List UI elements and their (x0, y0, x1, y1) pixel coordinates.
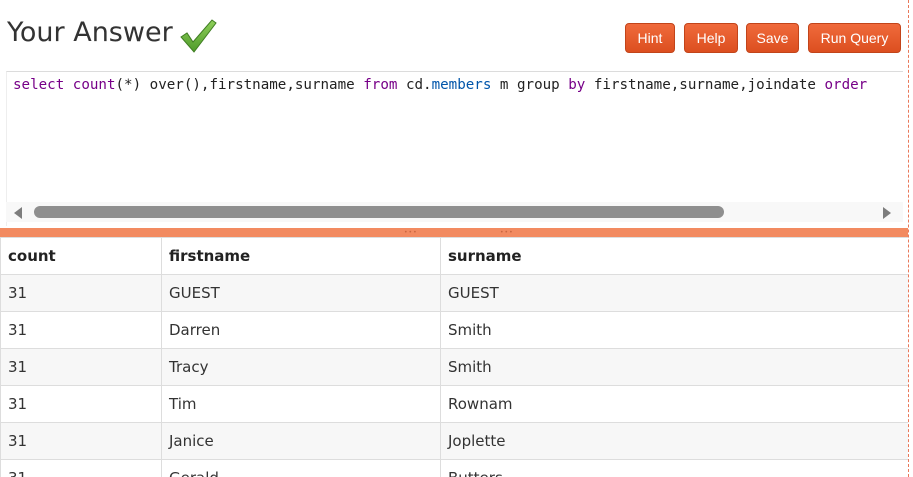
cell-firstname: Janice (161, 422, 441, 460)
table-row: 31 Darren Smith (0, 311, 908, 349)
code-token: from (363, 77, 398, 93)
help-button[interactable]: Help (684, 23, 738, 53)
sql-code-line[interactable]: select count(*) over(),firstname,surname… (13, 76, 867, 94)
cell-firstname: Tracy (161, 348, 441, 386)
cell-surname: Smith (440, 311, 908, 349)
page-title: Your Answer (7, 17, 173, 48)
scrollbar-thumb[interactable] (34, 206, 724, 218)
code-token: by (568, 77, 586, 93)
hint-button[interactable]: Hint (625, 23, 675, 53)
table-row: 31GeraldButters (0, 459, 908, 477)
cell-count: 31 (0, 348, 162, 386)
code-token: firstname,surname,joindate (585, 77, 825, 93)
cell-surname: Joplette (440, 422, 908, 460)
code-token: (*) over(),firstname,surname (115, 77, 364, 93)
checkmark-icon (180, 19, 217, 53)
code-token: cd. (397, 77, 432, 93)
scroll-right-arrow-icon[interactable] (883, 207, 891, 219)
query-results: count firstname surname 31 GUEST GUEST 31 Da… (0, 237, 908, 477)
code-token: count (72, 77, 116, 93)
splitter-grip-icon: ••• (404, 229, 418, 236)
cell-count: 31 (0, 311, 162, 349)
cell-surname: GUEST (440, 274, 908, 312)
cell-surname: Rownam (440, 385, 908, 423)
code-token: m group (491, 77, 569, 93)
table-row: 31 Tracy Smith (0, 348, 908, 386)
run-query-button[interactable]: Run Query (808, 23, 901, 53)
cell-count: 31 (0, 459, 162, 477)
cell-count: 31 (0, 422, 162, 460)
cell-count: 31 (0, 274, 162, 312)
table-row: 31 Janice Joplette (0, 422, 908, 460)
cell-surname: Butters (440, 459, 908, 477)
answer-header: Your Answer Hint Help Save Run Query (0, 0, 908, 70)
column-header-count: count (0, 237, 162, 275)
scroll-left-arrow-icon[interactable] (14, 207, 22, 219)
table-row: 31 GUEST GUEST (0, 274, 908, 312)
cell-firstname: Gerald (161, 459, 441, 477)
table-header-row: count firstname surname (0, 237, 908, 275)
save-button[interactable]: Save (746, 23, 799, 53)
results-body: 31 GUEST GUEST 31 Darren Smith 31 Tracy Smith 31 T… (0, 274, 908, 477)
code-token: order (824, 77, 868, 93)
code-token: select (13, 77, 73, 93)
column-header-firstname: firstname (161, 237, 441, 275)
cell-count: 31 (0, 385, 162, 423)
cell-firstname: GUEST (161, 274, 441, 312)
code-token: members (431, 77, 492, 93)
cell-surname: Smith (440, 348, 908, 386)
results-table: count firstname surname 31 GUEST GUEST 31 Da… (0, 237, 908, 477)
column-header-surname: surname (440, 237, 908, 275)
cell-firstname: Tim (161, 385, 441, 423)
splitter-grip-icon: ••• (500, 229, 514, 236)
resize-splitter[interactable]: ••• ••• (0, 228, 908, 237)
editor-horizontal-scrollbar[interactable] (6, 202, 903, 222)
table-row: 31 Tim Rownam (0, 385, 908, 423)
right-border (908, 0, 909, 477)
cell-firstname: Darren (161, 311, 441, 349)
